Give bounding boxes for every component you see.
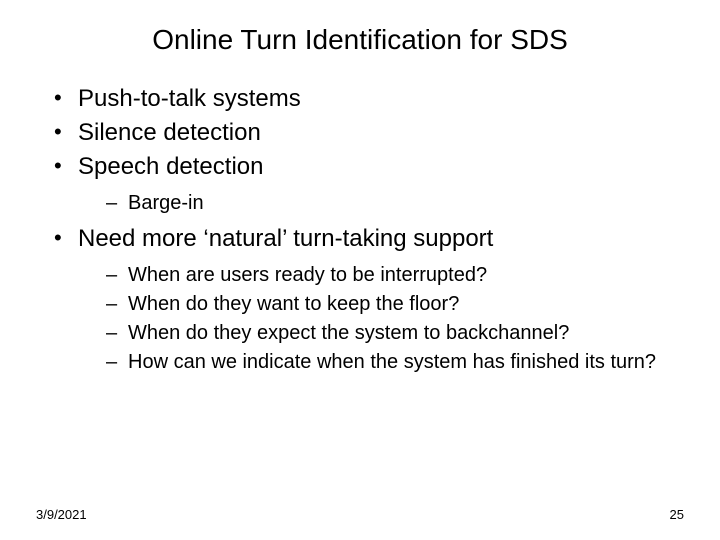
sub-bullet-item: How can we indicate when the system has … [106,349,684,375]
slide-footer: 3/9/2021 25 [36,507,684,522]
sub-bullet-list: When are users ready to be interrupted? … [106,262,684,375]
footer-page-number: 25 [670,507,684,522]
bullet-item: Need more ‘natural’ turn-taking support … [54,224,684,375]
bullet-item: Speech detection Barge-in [54,152,684,216]
sub-bullet-item: When do they want to keep the floor? [106,291,684,317]
sub-bullet-list: Barge-in [106,190,684,216]
sub-bullet-item: When are users ready to be interrupted? [106,262,684,288]
sub-bullet-item: Barge-in [106,190,684,216]
bullet-list: Push-to-talk systems Silence detection S… [54,84,684,375]
slide: Online Turn Identification for SDS Push-… [0,0,720,540]
bullet-text: Need more ‘natural’ turn-taking support [78,225,493,252]
bullet-item: Silence detection [54,118,684,148]
slide-title: Online Turn Identification for SDS [36,24,684,56]
bullet-text: Speech detection [78,153,263,180]
bullet-item: Push-to-talk systems [54,84,684,114]
footer-date: 3/9/2021 [36,507,87,522]
sub-bullet-item: When do they expect the system to backch… [106,320,684,346]
